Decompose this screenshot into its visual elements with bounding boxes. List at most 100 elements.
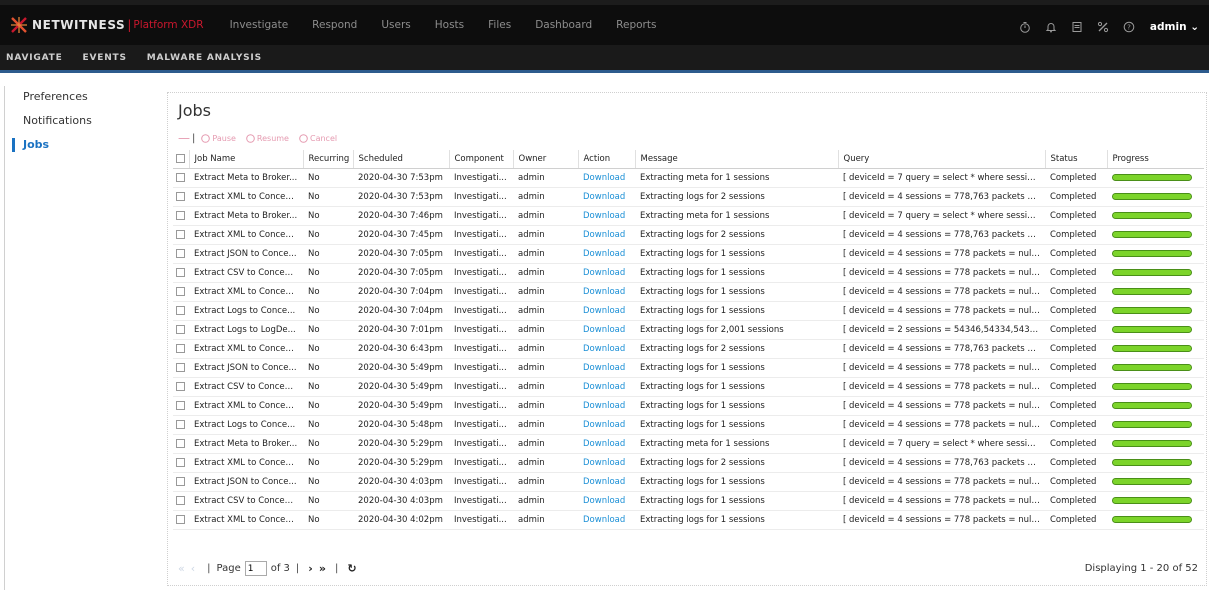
table-row[interactable]: Extract Meta to Broker... No 2020-04-30 7:… bbox=[173, 206, 1204, 226]
nav-investigate[interactable]: Investigate bbox=[218, 19, 301, 31]
table-row[interactable]: Extract XML to Concen... No 2020-04-30 7:0… bbox=[173, 282, 1204, 302]
row-checkbox[interactable] bbox=[173, 301, 189, 321]
row-checkbox[interactable] bbox=[173, 453, 189, 473]
download-link[interactable]: Download bbox=[583, 230, 625, 240]
row-checkbox[interactable] bbox=[173, 263, 189, 283]
col-status[interactable]: Status bbox=[1045, 150, 1108, 169]
col-job-name[interactable]: Job Name bbox=[189, 150, 304, 169]
table-row[interactable]: Extract XML to Concen... No 2020-04-30 7:5… bbox=[173, 187, 1204, 207]
notes-icon[interactable] bbox=[1070, 20, 1084, 34]
table-row[interactable]: Extract XML to Concen... No 2020-04-30 4:0… bbox=[173, 510, 1204, 530]
table-row[interactable]: Extract Meta to Broker... No 2020-04-30 5:… bbox=[173, 434, 1204, 454]
table-row[interactable]: Extract CSV to Concen... No 2020-04-30 7:0… bbox=[173, 263, 1204, 283]
subnav-malware-analysis[interactable]: MALWARE ANALYSIS bbox=[137, 53, 272, 63]
row-checkbox[interactable] bbox=[173, 472, 189, 492]
download-link[interactable]: Download bbox=[583, 420, 625, 430]
download-link[interactable]: Download bbox=[583, 382, 625, 392]
table-row[interactable]: Extract Meta to Broker... No 2020-04-30 7:… bbox=[173, 168, 1204, 188]
col-progress[interactable]: Progress bbox=[1107, 150, 1204, 169]
table-row[interactable]: Extract XML to Concen... No 2020-04-30 7:4… bbox=[173, 225, 1204, 245]
nav-respond[interactable]: Respond bbox=[300, 19, 369, 31]
table-row[interactable]: Extract Logs to Conce... No 2020-04-30 7:0… bbox=[173, 301, 1204, 321]
table-row[interactable]: Extract XML to Concen... No 2020-04-30 5:2… bbox=[173, 453, 1204, 473]
download-link[interactable]: Download bbox=[583, 211, 625, 221]
nav-dashboard[interactable]: Dashboard bbox=[523, 19, 604, 31]
download-link[interactable]: Download bbox=[583, 344, 625, 354]
row-checkbox[interactable] bbox=[173, 225, 189, 245]
cell-owner: admin bbox=[513, 225, 578, 245]
select-all-checkbox[interactable] bbox=[173, 150, 190, 169]
nav-hosts[interactable]: Hosts bbox=[423, 19, 476, 31]
table-row[interactable]: Extract Logs to LogDe... No 2020-04-30 7:0… bbox=[173, 320, 1204, 340]
row-checkbox[interactable] bbox=[173, 187, 189, 207]
table-row[interactable]: Extract XML to Concen... No 2020-04-30 5:4… bbox=[173, 396, 1204, 416]
nav-files[interactable]: Files bbox=[476, 19, 523, 31]
col-component[interactable]: Component bbox=[449, 150, 514, 169]
subnav-navigate[interactable]: NAVIGATE bbox=[0, 53, 73, 63]
last-page-button[interactable]: » bbox=[319, 562, 326, 575]
download-link[interactable]: Download bbox=[583, 401, 625, 411]
left-item-preferences[interactable]: Preferences bbox=[8, 86, 158, 110]
download-link[interactable]: Download bbox=[583, 515, 625, 525]
help-icon[interactable]: ? bbox=[1122, 20, 1136, 34]
left-item-jobs[interactable]: Jobs bbox=[8, 134, 158, 158]
row-checkbox[interactable] bbox=[173, 510, 189, 530]
col-owner[interactable]: Owner bbox=[513, 150, 579, 169]
table-row[interactable]: Extract JSON to Conce... No 2020-04-30 4:0… bbox=[173, 472, 1204, 492]
next-page-button[interactable]: › bbox=[308, 562, 313, 575]
download-link[interactable]: Download bbox=[583, 496, 625, 506]
table-row[interactable]: Extract XML to Concen... No 2020-04-30 6:4… bbox=[173, 339, 1204, 359]
download-link[interactable]: Download bbox=[583, 268, 625, 278]
download-link[interactable]: Download bbox=[583, 249, 625, 259]
subnav-events[interactable]: EVENTS bbox=[73, 53, 137, 63]
brand[interactable]: NETWITNESS | Platform XDR bbox=[10, 10, 204, 40]
row-checkbox[interactable] bbox=[173, 320, 189, 340]
remove-button[interactable]: — bbox=[178, 131, 190, 145]
row-checkbox[interactable] bbox=[173, 377, 189, 397]
download-link[interactable]: Download bbox=[583, 192, 625, 202]
resume-button[interactable]: Resume bbox=[246, 134, 289, 143]
download-link[interactable]: Download bbox=[583, 439, 625, 449]
pause-button[interactable]: Pause bbox=[201, 134, 236, 143]
download-link[interactable]: Download bbox=[583, 325, 625, 335]
col-action[interactable]: Action bbox=[578, 150, 636, 169]
download-link[interactable]: Download bbox=[583, 173, 625, 183]
user-menu[interactable]: admin ⌄ bbox=[1150, 21, 1199, 33]
row-checkbox[interactable] bbox=[173, 244, 189, 264]
left-item-notifications[interactable]: Notifications bbox=[8, 110, 158, 134]
row-checkbox[interactable] bbox=[173, 396, 189, 416]
col-query[interactable]: Query bbox=[838, 150, 1046, 169]
row-checkbox[interactable] bbox=[173, 282, 189, 302]
timer-icon[interactable] bbox=[1018, 20, 1032, 34]
cancel-button[interactable]: Cancel bbox=[299, 134, 337, 143]
tools-icon[interactable] bbox=[1096, 20, 1110, 34]
download-link[interactable]: Download bbox=[583, 363, 625, 373]
row-checkbox[interactable] bbox=[173, 358, 189, 378]
download-link[interactable]: Download bbox=[583, 306, 625, 316]
prev-page-button[interactable]: ‹ bbox=[191, 562, 195, 575]
row-checkbox[interactable] bbox=[173, 168, 189, 188]
col-scheduled[interactable]: Scheduled bbox=[353, 150, 450, 169]
cell-status: Completed bbox=[1045, 453, 1107, 473]
page-number-input[interactable] bbox=[244, 561, 267, 576]
col-recurring[interactable]: Recurring bbox=[303, 150, 354, 169]
table-row[interactable]: Extract CSV to Concen... No 2020-04-30 4:0… bbox=[173, 491, 1204, 511]
bell-icon[interactable] bbox=[1044, 20, 1058, 34]
download-link[interactable]: Download bbox=[583, 287, 625, 297]
table-row[interactable]: Extract JSON to Conce... No 2020-04-30 5:4… bbox=[173, 358, 1204, 378]
row-checkbox[interactable] bbox=[173, 491, 189, 511]
table-row[interactable]: Extract Logs to Conce... No 2020-04-30 5:4… bbox=[173, 415, 1204, 435]
row-checkbox[interactable] bbox=[173, 434, 189, 454]
row-checkbox[interactable] bbox=[173, 415, 189, 435]
row-checkbox[interactable] bbox=[173, 206, 189, 226]
nav-reports[interactable]: Reports bbox=[604, 19, 668, 31]
refresh-button[interactable]: ↻ bbox=[347, 562, 356, 575]
col-message[interactable]: Message bbox=[635, 150, 839, 169]
row-checkbox[interactable] bbox=[173, 339, 189, 359]
first-page-button[interactable]: « bbox=[178, 562, 185, 575]
download-link[interactable]: Download bbox=[583, 477, 625, 487]
nav-users[interactable]: Users bbox=[369, 19, 422, 31]
table-row[interactable]: Extract JSON to Conce... No 2020-04-30 7:0… bbox=[173, 244, 1204, 264]
download-link[interactable]: Download bbox=[583, 458, 625, 468]
table-row[interactable]: Extract CSV to Concen... No 2020-04-30 5:4… bbox=[173, 377, 1204, 397]
